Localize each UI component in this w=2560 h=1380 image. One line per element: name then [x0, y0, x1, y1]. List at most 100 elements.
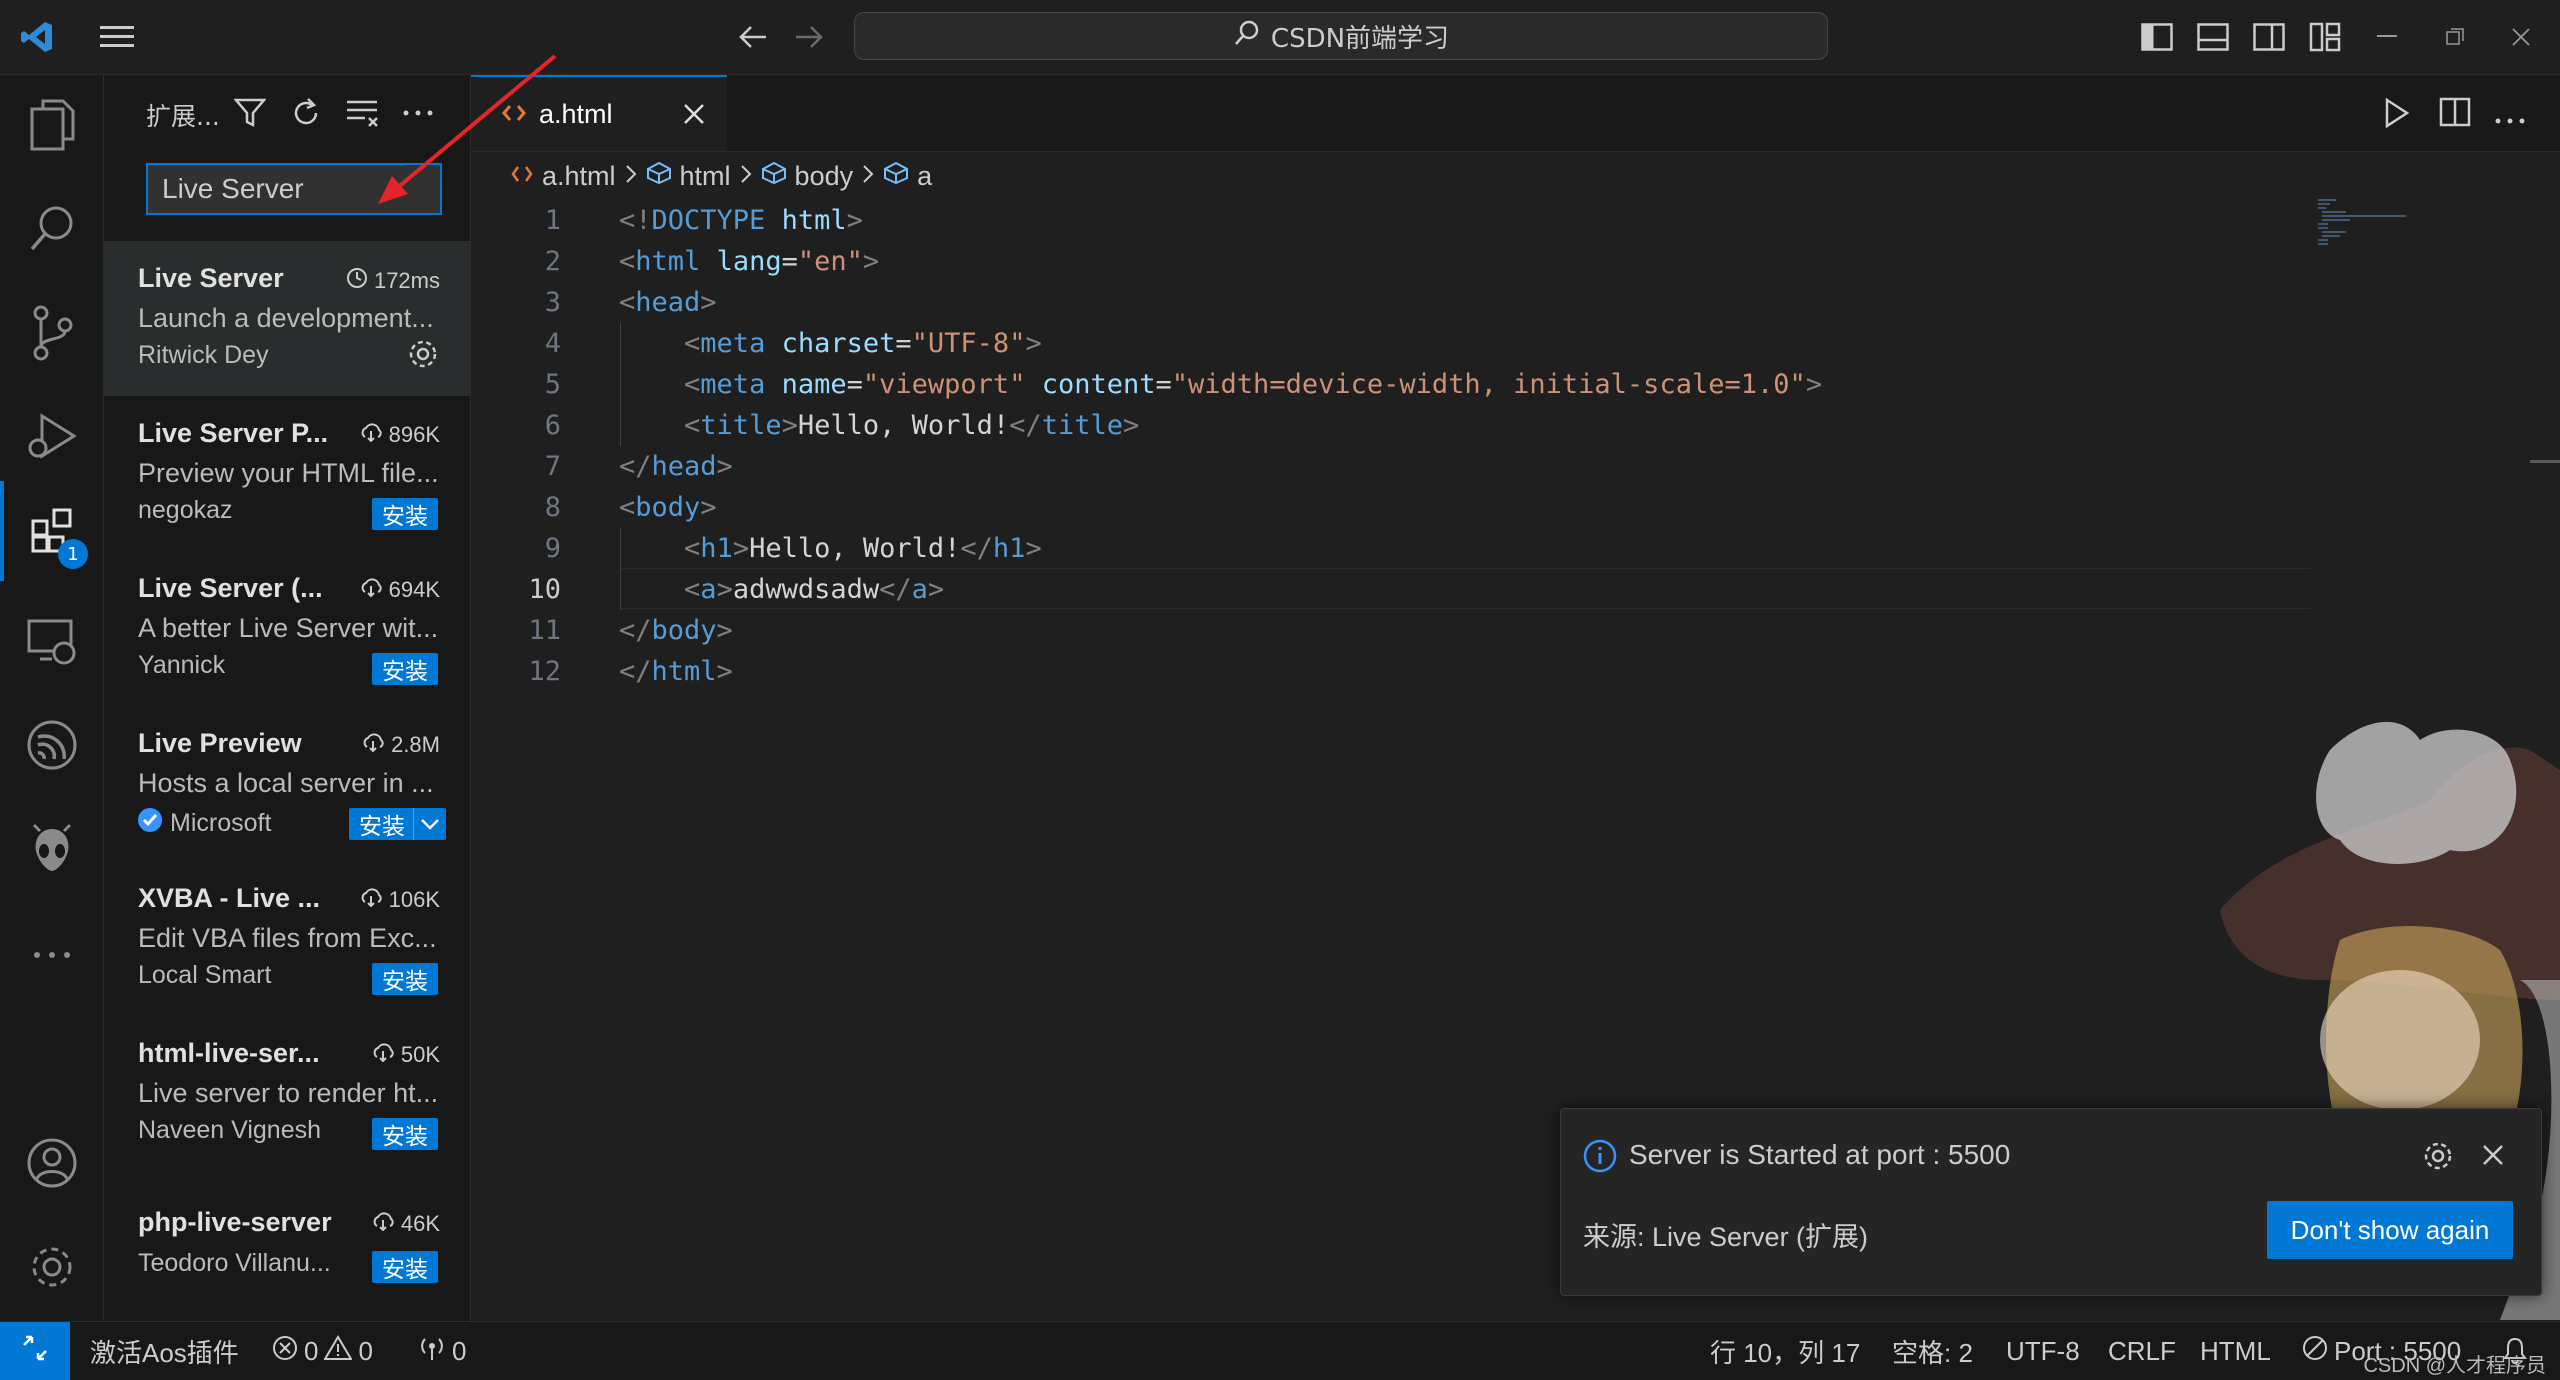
- code-token: <: [684, 369, 701, 400]
- code-text: </html>: [619, 651, 733, 692]
- extension-item[interactable]: Live Preview 2.8M Hosts a local server i…: [104, 706, 470, 861]
- minimize-icon[interactable]: [2364, 14, 2410, 60]
- code-line[interactable]: 6 <title>Hello, World!</title>: [471, 405, 2311, 446]
- code-line[interactable]: 1 <!DOCTYPE html>: [471, 200, 2311, 241]
- code-line[interactable]: 11 </body>: [471, 610, 2311, 651]
- split-editor-icon[interactable]: [2439, 97, 2471, 131]
- install-button[interactable]: 安装: [372, 1118, 438, 1150]
- toggle-panel-icon[interactable]: [2190, 14, 2236, 60]
- extension-item[interactable]: Live Server (... 694K A better Live Serv…: [104, 551, 470, 706]
- code-line[interactable]: 7 </head>: [471, 446, 2311, 487]
- activate-aos-plugin[interactable]: 激活Aos插件: [90, 1322, 239, 1380]
- remote-indicator[interactable]: [0, 1322, 70, 1380]
- code-token: </: [619, 451, 652, 482]
- chevron-down-icon[interactable]: [413, 808, 446, 840]
- breadcrumb-a[interactable]: a: [883, 161, 932, 192]
- code-line[interactable]: 12 </html>: [471, 651, 2311, 692]
- code-line[interactable]: 9 <h1>Hello, World!</h1>: [471, 528, 2311, 569]
- close-tab-icon[interactable]: [683, 103, 705, 129]
- search-icon[interactable]: [0, 179, 103, 279]
- remote-explorer-icon[interactable]: [0, 591, 103, 691]
- source-control-icon[interactable]: [0, 283, 103, 383]
- encoding[interactable]: UTF-8: [2006, 1322, 2080, 1380]
- extension-item[interactable]: Live Server P... 896K Preview your HTML …: [104, 396, 470, 551]
- line-number: 8: [544, 492, 561, 523]
- forward-arrow-icon[interactable]: [786, 14, 832, 60]
- code-token: >: [846, 205, 863, 236]
- install-button[interactable]: 安装: [372, 963, 438, 995]
- line-number: 12: [528, 656, 561, 687]
- run-debug-icon[interactable]: [0, 387, 103, 487]
- code-line[interactable]: 2 <html lang="en">: [471, 241, 2311, 282]
- code-token: <!: [619, 205, 652, 236]
- code-token: >: [716, 615, 733, 646]
- language-mode[interactable]: HTML: [2200, 1322, 2271, 1380]
- line-number: 4: [544, 328, 561, 359]
- espressif-icon[interactable]: [0, 695, 103, 795]
- install-button[interactable]: 安装: [359, 807, 405, 841]
- install-button[interactable]: 安装: [372, 1251, 438, 1283]
- run-icon[interactable]: [2383, 97, 2411, 133]
- extension-item[interactable]: php-live-server 46K Teodoro Villanu... 安…: [104, 1171, 470, 1321]
- manage-gear-icon[interactable]: [406, 337, 440, 375]
- breadcrumb-html[interactable]: html: [646, 161, 731, 192]
- code-text: <!DOCTYPE html>: [619, 200, 863, 241]
- code-token: >: [927, 574, 945, 605]
- extension-description: Launch a development...: [138, 303, 434, 333]
- extension-publisher: Microsoft: [136, 806, 271, 841]
- end-of-line[interactable]: CRLF: [2108, 1322, 2176, 1380]
- code-line[interactable]: 8 <body>: [471, 487, 2311, 528]
- extension-publisher: negokaz: [138, 496, 233, 524]
- code-line[interactable]: 3 <head>: [471, 282, 2311, 323]
- extension-item[interactable]: XVBA - Live ... 106K Edit VBA files from…: [104, 861, 470, 1016]
- activity-bar: 1: [0, 75, 104, 1321]
- notification-gear-icon[interactable]: [2421, 1139, 2455, 1177]
- close-window-icon[interactable]: [2498, 14, 2544, 60]
- extension-publisher: Local Smart: [138, 961, 272, 989]
- ports-indicator[interactable]: 0: [418, 1322, 466, 1380]
- close-notification-icon[interactable]: [2481, 1143, 2505, 1171]
- chevron-right-icon: [624, 161, 638, 192]
- code-line[interactable]: 4 <meta charset="UTF-8">: [471, 323, 2311, 364]
- extension-name: XVBA - Live ...: [138, 883, 321, 913]
- status-bar: 激活Aos插件 0 0 0 行 10，列 17 空格: 2 UTF-8 CRLF…: [0, 1321, 2560, 1380]
- command-center-search[interactable]: CSDN前端学习: [854, 12, 1828, 60]
- extensions-icon[interactable]: 1: [0, 481, 103, 581]
- code-token: </: [619, 615, 652, 646]
- extension-name: html-live-ser...: [138, 1038, 320, 1068]
- breadcrumb-body[interactable]: body: [761, 161, 853, 192]
- back-arrow-icon[interactable]: [730, 14, 776, 60]
- menu-icon[interactable]: [94, 14, 140, 60]
- code-token: adwwdsadw: [732, 574, 880, 605]
- toggle-secondary-sidebar-icon[interactable]: [2246, 14, 2292, 60]
- install-button[interactable]: 安装: [372, 653, 438, 685]
- explorer-icon[interactable]: [0, 75, 103, 175]
- install-split-button[interactable]: 安装: [349, 808, 446, 840]
- extension-name: Live Server (...: [138, 573, 323, 603]
- alien-extension-icon[interactable]: [0, 799, 103, 899]
- restore-icon[interactable]: [2432, 14, 2478, 60]
- extension-name: php-live-server: [138, 1207, 332, 1237]
- install-button[interactable]: 安装: [372, 498, 438, 530]
- code-line[interactable]: 10 <a>adwwdsadw</a>: [471, 569, 2311, 610]
- toggle-primary-sidebar-icon[interactable]: [2134, 14, 2180, 60]
- problems-indicator[interactable]: 0 0: [272, 1322, 373, 1380]
- filter-icon[interactable]: [228, 91, 272, 135]
- more-icon[interactable]: [0, 905, 103, 1005]
- notification-toast: Server is Started at port : 5500 来源: Liv…: [1560, 1108, 2542, 1296]
- customize-layout-icon[interactable]: [2302, 14, 2348, 60]
- accounts-icon[interactable]: [0, 1113, 103, 1213]
- cursor-position[interactable]: 行 10，列 17: [1710, 1322, 1860, 1380]
- dont-show-again-button[interactable]: Don't show again: [2267, 1201, 2513, 1259]
- indentation[interactable]: 空格: 2: [1892, 1322, 1973, 1380]
- code-token: content: [1041, 369, 1156, 400]
- settings-gear-icon[interactable]: [0, 1217, 103, 1317]
- code-line[interactable]: 5 <meta name="viewport" content="width=d…: [471, 364, 2311, 405]
- cloud-download-icon: [371, 1042, 395, 1068]
- minimap[interactable]: [2316, 196, 2406, 246]
- extension-item[interactable]: html-live-ser... 50K Live server to rend…: [104, 1016, 470, 1171]
- editor-more-icon[interactable]: [2495, 109, 2525, 128]
- extension-item[interactable]: Live Server 172ms Launch a development..…: [104, 241, 470, 396]
- refresh-icon[interactable]: [284, 91, 328, 135]
